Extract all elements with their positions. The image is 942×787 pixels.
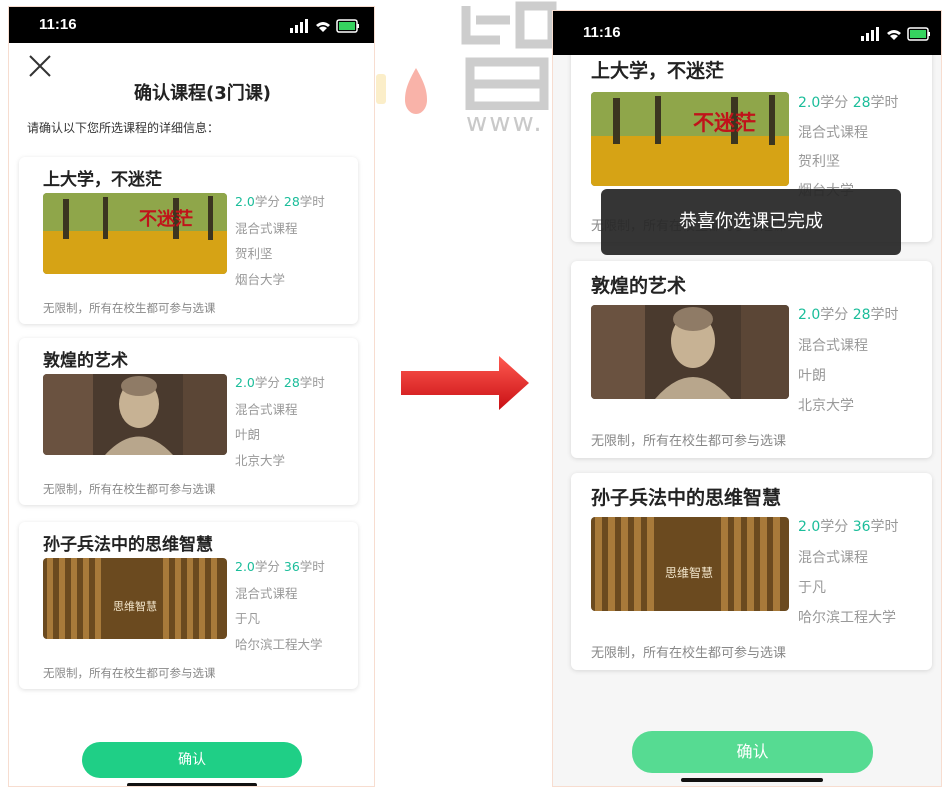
course-card[interactable]: 敦煌的艺术 2.0学分 28学时 混合式课程 叶朗 北京大学 无限制，所有在校生… xyxy=(19,338,358,505)
arrow-right-icon xyxy=(401,356,529,410)
course-school: 哈尔滨工程大学 xyxy=(798,610,896,626)
course-credits: 2.0学分 36学时 xyxy=(798,519,899,535)
thumb-caption: 不迷茫 xyxy=(693,111,756,135)
course-teacher: 于凡 xyxy=(235,611,261,626)
course-school: 北京大学 xyxy=(798,398,854,414)
course-card[interactable]: 孙子兵法中的思维智慧 思维智慧 2.0学分 36学时 混合式课程 于凡 哈尔滨工… xyxy=(571,473,932,670)
success-toast: 恭喜你选课已完成 xyxy=(601,189,901,255)
status-bar: 11:16 xyxy=(9,7,374,43)
course-credits: 2.0学分 28学时 xyxy=(235,194,325,209)
close-icon[interactable] xyxy=(27,53,53,79)
course-school: 北京大学 xyxy=(235,453,286,468)
home-indicator xyxy=(127,783,257,786)
course-restriction: 无限制，所有在校生都可参与选课 xyxy=(43,666,216,680)
course-thumbnail: 不迷茫 xyxy=(43,193,227,274)
course-card[interactable]: 敦煌的艺术 2.0学分 28学时 混合式课程 叶朗 北京大学 无限制，所有在校生… xyxy=(571,261,932,458)
phone-after: 上大学，不迷茫 不迷茫 2.0学分 28学时 混合式课程 贺利坚 烟台大学 无限… xyxy=(552,10,942,787)
course-restriction: 无限制，所有在校生都可参与选课 xyxy=(591,646,787,661)
course-thumbnail xyxy=(43,374,227,455)
status-icons xyxy=(290,19,359,33)
status-icons xyxy=(861,27,930,41)
course-type: 混合式课程 xyxy=(798,125,868,141)
course-title: 上大学，不迷茫 xyxy=(591,60,725,82)
page-title: 确认课程(3门课) xyxy=(134,83,271,104)
course-type: 混合式课程 xyxy=(235,221,298,236)
course-credits: 2.0学分 28学时 xyxy=(798,307,899,323)
confirm-button[interactable]: 确认 xyxy=(632,731,873,773)
course-teacher: 贺利坚 xyxy=(798,154,840,170)
watermark-shape xyxy=(376,74,386,104)
thumb-caption: 思维智慧 xyxy=(665,565,713,580)
course-type: 混合式课程 xyxy=(798,338,868,354)
course-title: 上大学，不迷茫 xyxy=(43,170,162,190)
watermark-text: www. xyxy=(466,108,544,138)
course-teacher: 贺利坚 xyxy=(235,246,273,261)
course-thumbnail: 思维智慧 xyxy=(591,517,789,611)
course-credits: 2.0学分 28学时 xyxy=(798,95,899,111)
watermark-logo xyxy=(461,1,557,110)
course-title: 孙子兵法中的思维智慧 xyxy=(43,535,213,555)
course-school: 烟台大学 xyxy=(235,272,286,287)
course-restriction: 无限制，所有在校生都可参与选课 xyxy=(43,301,216,315)
comparison-stage: www. 11:16 确认课程(3门课) 请确认以下您所选课程的详细信息： 上大… xyxy=(0,0,942,787)
course-school: 哈尔滨工程大学 xyxy=(235,637,323,652)
intro-text: 请确认以下您所选课程的详细信息： xyxy=(27,121,220,135)
course-restriction: 无限制，所有在校生都可参与选课 xyxy=(43,482,216,496)
thumb-caption: 思维智慧 xyxy=(113,599,157,613)
status-time: 11:16 xyxy=(39,16,77,33)
course-teacher: 于凡 xyxy=(798,580,826,596)
course-restriction: 无限制，所有在校生都可参与选课 xyxy=(591,434,787,449)
thumb-caption: 不迷茫 xyxy=(139,208,193,230)
course-credits: 2.0学分 28学时 xyxy=(235,375,325,390)
course-teacher: 叶朗 xyxy=(235,427,261,442)
course-thumbnail: 不迷茫 xyxy=(591,92,789,186)
confirm-button[interactable]: 确认 xyxy=(82,742,302,778)
course-thumbnail: 思维智慧 xyxy=(43,558,227,639)
course-title: 敦煌的艺术 xyxy=(591,275,687,297)
course-teacher: 叶朗 xyxy=(798,368,826,384)
phone-before: 11:16 确认课程(3门课) 请确认以下您所选课程的详细信息： 上大学，不迷茫… xyxy=(8,6,375,787)
course-card[interactable]: 上大学，不迷茫 不迷茫 2.0学分 28学时 混合式课程 贺利坚 烟台大学 无限… xyxy=(19,157,358,324)
course-type: 混合式课程 xyxy=(235,402,298,417)
course-credits: 2.0学分 36学时 xyxy=(235,559,325,574)
watermark-drop-icon xyxy=(405,68,427,114)
course-thumbnail xyxy=(591,305,789,399)
course-card[interactable]: 孙子兵法中的思维智慧 思维智慧 2.0学分 36学时 混合式课程 于凡 哈尔滨工… xyxy=(19,522,358,689)
status-bar: 11:16 xyxy=(553,11,941,55)
home-indicator xyxy=(681,778,823,782)
course-type: 混合式课程 xyxy=(235,586,298,601)
course-title: 孙子兵法中的思维智慧 xyxy=(591,487,782,509)
status-time: 11:16 xyxy=(583,24,621,41)
course-type: 混合式课程 xyxy=(798,550,868,566)
course-title: 敦煌的艺术 xyxy=(43,351,128,371)
